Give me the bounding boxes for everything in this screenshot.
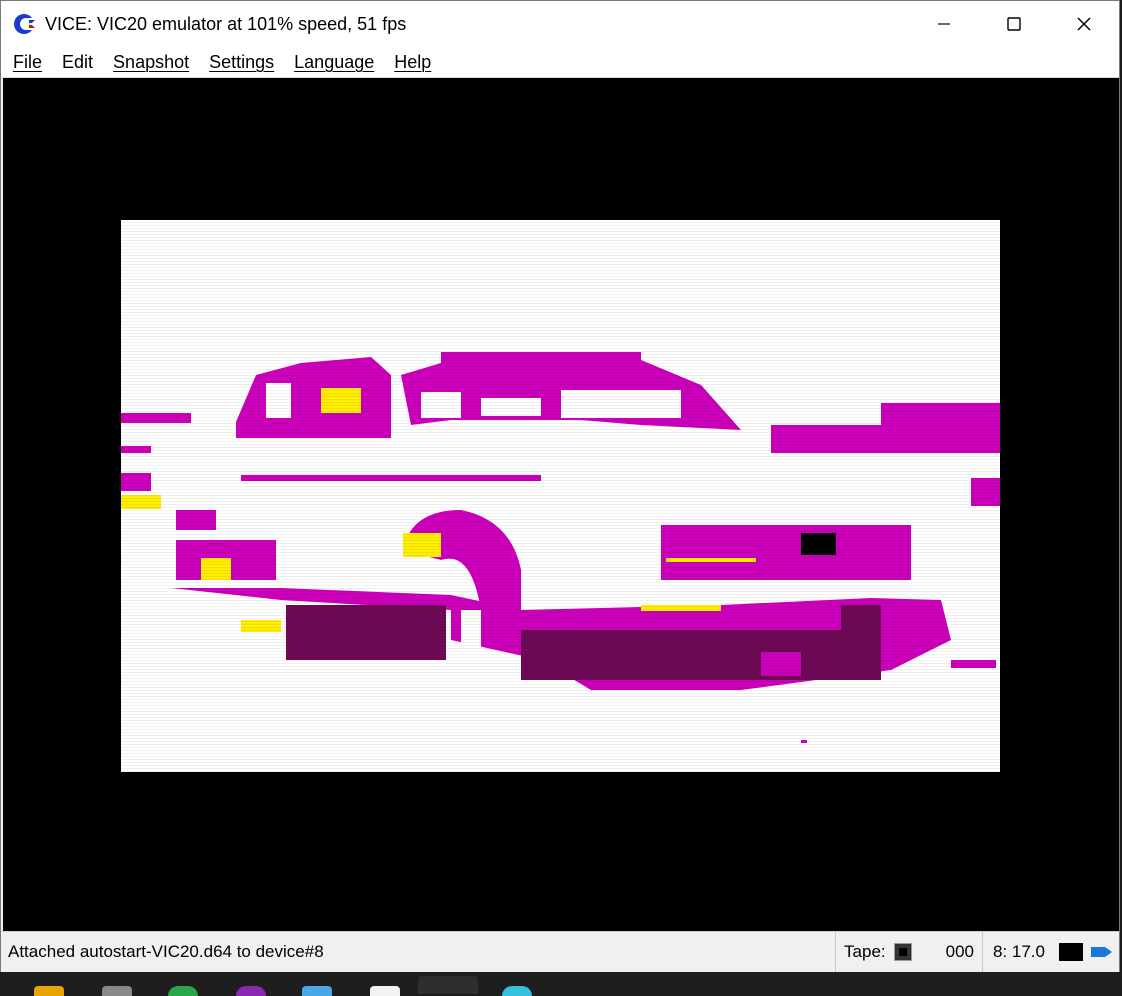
joystick-arrow-icon[interactable] [1091,943,1113,961]
menu-settings[interactable]: Settings [199,52,284,73]
drive-status: 8: 17.0 [983,932,1119,972]
menu-snapshot[interactable]: Snapshot [103,52,199,73]
maximize-icon [1007,17,1021,31]
status-bar: Attached autostart-VIC20.d64 to device#8… [1,931,1119,972]
drive-icon[interactable] [102,986,132,996]
emulator-display[interactable] [3,78,1119,931]
menu-help[interactable]: Help [384,52,441,73]
window-controls [909,1,1119,47]
tape-label: Tape: [844,942,886,961]
document-icon[interactable] [370,986,400,996]
commodore-logo-icon [14,14,37,34]
maximize-button[interactable] [979,1,1049,47]
minimize-button[interactable] [909,1,979,47]
menu-file[interactable]: File [1,52,52,73]
tape-status: Tape: 000 [836,932,982,972]
taskbar [0,972,1122,996]
title-bar: VICE: VIC20 emulator at 101% speed, 51 f… [1,1,1119,47]
vice-icon[interactable] [418,976,478,994]
status-message: Attached autostart-VIC20.d64 to device#8 [8,942,324,961]
edge-icon[interactable] [502,986,532,996]
folder-icon[interactable] [34,986,64,996]
chrome-icon[interactable] [168,986,198,996]
menu-bar: File Edit Snapshot Settings Language Hel… [1,47,1119,78]
car-image [121,352,1000,743]
window-title: VICE: VIC20 emulator at 101% speed, 51 f… [45,13,407,34]
menu-language[interactable]: Language [284,52,384,73]
vice-window: VICE: VIC20 emulator at 101% speed, 51 f… [0,0,1120,972]
drive-led-icon [1059,943,1083,961]
minimize-icon [938,23,950,25]
notepad-icon[interactable] [302,986,332,996]
vic20-screen [121,220,1000,772]
podcast-icon[interactable] [236,986,266,996]
menu-edit[interactable]: Edit [52,52,103,73]
close-icon [1077,17,1091,31]
drive-track: 8: 17.0 [993,942,1045,961]
close-button[interactable] [1049,1,1119,47]
tape-stop-icon[interactable] [893,943,912,961]
tape-counter: 000 [945,942,974,961]
